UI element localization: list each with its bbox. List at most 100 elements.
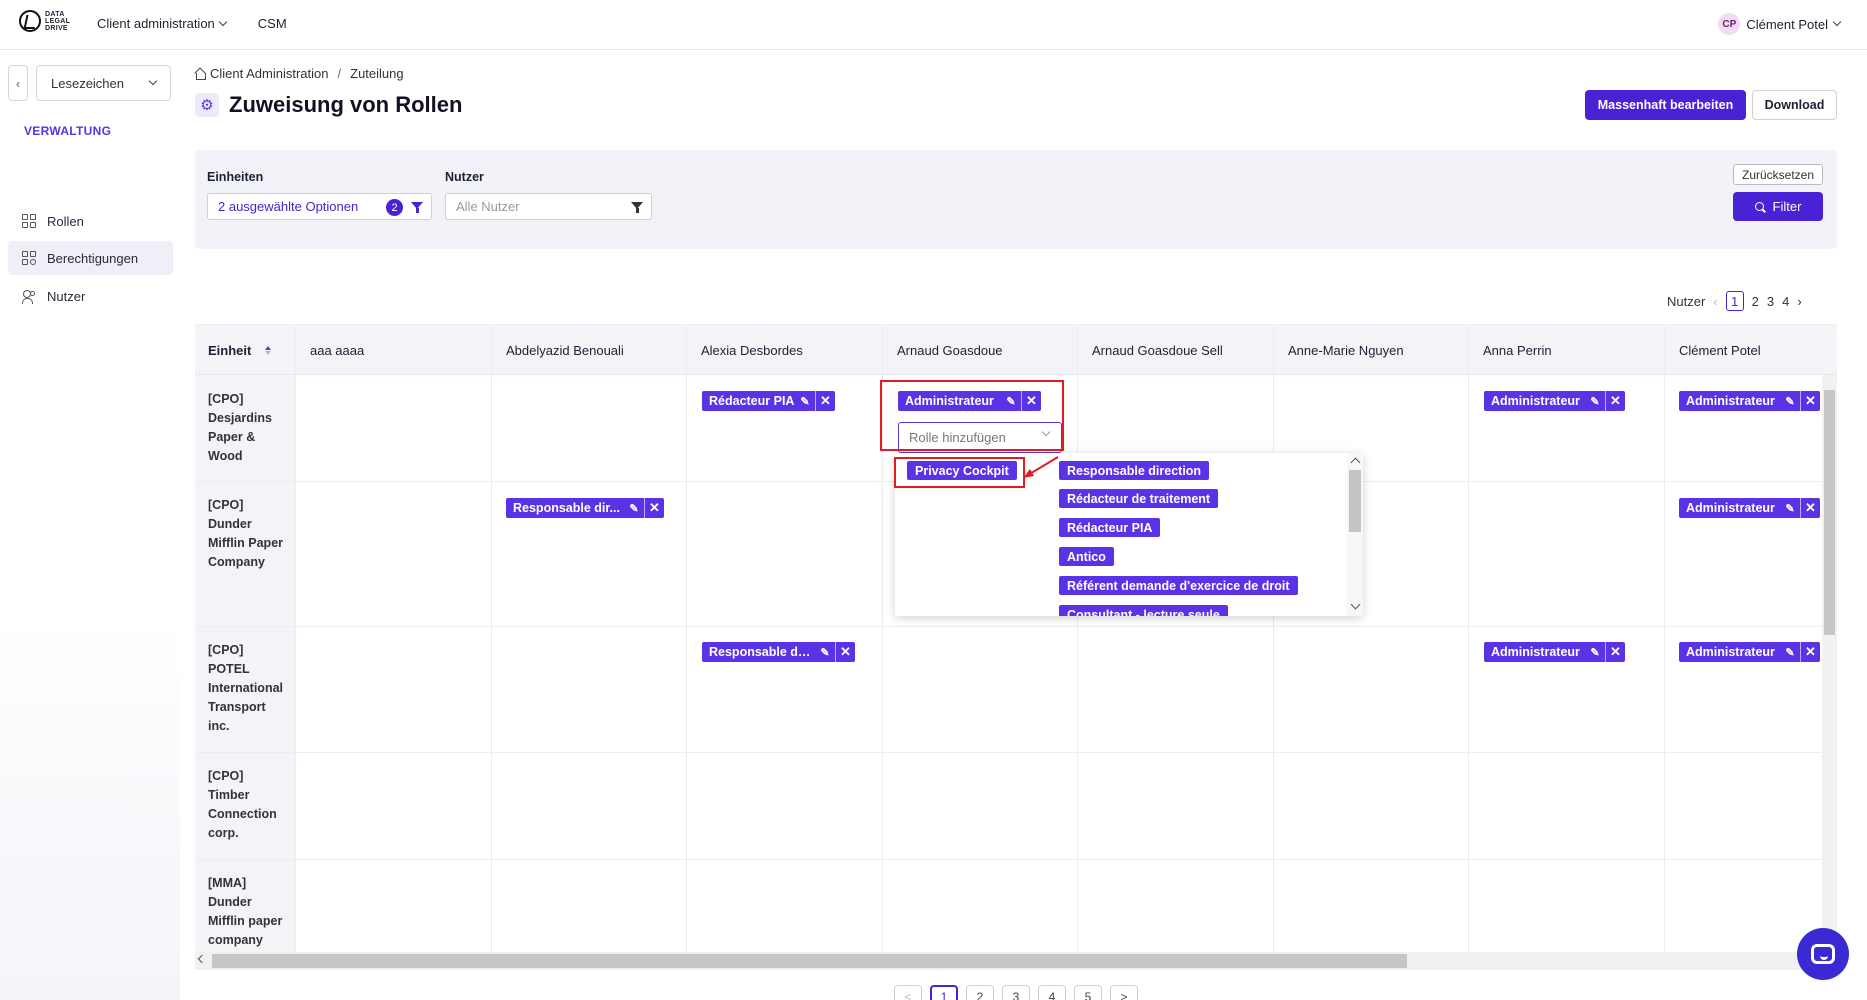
bookmarks-select[interactable]: Lesezeichen — [36, 65, 171, 101]
user-name: Clément Potel — [1746, 16, 1828, 32]
option-highlight-annotation — [894, 457, 1025, 488]
client-admin-menu[interactable]: Client administration — [97, 16, 228, 31]
role-tag[interactable]: Responsable de... ✎ ✕ — [702, 642, 855, 662]
role-tag[interactable]: Rédacteur PIA ✎ ✕ — [702, 391, 835, 411]
close-icon[interactable]: ✕ — [1605, 391, 1625, 411]
app-logo[interactable]: DATA LEGAL DRIVE — [19, 10, 70, 32]
pager-page-3[interactable]: 3 — [1767, 294, 1774, 309]
edit-icon[interactable]: ✎ — [795, 391, 815, 411]
user-column-header: Anna Perrin — [1483, 342, 1552, 358]
breadcrumb-root[interactable]: Client Administration — [210, 66, 329, 81]
sidebar-item-berechtigungen[interactable]: Berechtigungen — [8, 241, 173, 275]
close-icon[interactable]: ✕ — [815, 391, 835, 411]
role-tag[interactable]: Administrateur ✎ ✕ — [1484, 391, 1625, 411]
annotation-arrow-icon — [1023, 456, 1059, 478]
pager-page-5[interactable]: 5 — [1074, 985, 1102, 1000]
edit-icon[interactable]: ✎ — [624, 498, 644, 518]
user-menu[interactable]: CP Clément Potel — [1718, 13, 1842, 35]
role-tag[interactable]: Responsable dir... ✎ ✕ — [506, 498, 664, 518]
edit-icon[interactable]: ✎ — [1780, 498, 1800, 518]
role-tag[interactable]: Administrateur ✎ ✕ — [1679, 498, 1820, 518]
bulk-edit-button[interactable]: Massenhaft bearbeiten — [1585, 90, 1746, 120]
table-header: Einheit aaa aaaa Abdelyazid Benouali Ale… — [195, 325, 1837, 375]
close-icon[interactable]: ✕ — [835, 642, 855, 662]
users-pager: Nutzer ‹ 1 2 3 4 › — [1667, 291, 1802, 311]
sidebar-item-nutzer[interactable]: Nutzer — [8, 279, 173, 313]
filter-button[interactable]: Filter — [1733, 192, 1823, 221]
section-label: VERWALTUNG — [24, 124, 112, 138]
users-filter-select[interactable]: Alle Nutzer — [445, 193, 652, 220]
column-divider — [491, 325, 492, 952]
close-icon[interactable]: ✕ — [1605, 642, 1625, 662]
filter-panel: Einheiten 2 ausgewählte Optionen 2 Nutze… — [195, 150, 1837, 249]
column-divider — [686, 325, 687, 952]
users-filter-label: Nutzer — [445, 170, 484, 184]
top-nav: Client administration CSM — [97, 16, 287, 31]
vertical-scroll-thumb[interactable] — [1824, 390, 1835, 635]
pager-prev-button[interactable]: ‹ — [1713, 294, 1717, 309]
role-tag[interactable]: Administrateur ✎ ✕ — [1679, 391, 1820, 411]
pager-page-2[interactable]: 2 — [1752, 294, 1759, 309]
role-option[interactable]: Responsable direction — [1059, 461, 1210, 480]
close-icon[interactable]: ✕ — [1800, 642, 1820, 662]
horizontal-scroll-thumb[interactable] — [212, 954, 1407, 968]
breadcrumb-current: Zuteilung — [350, 66, 404, 81]
unit-column-header[interactable]: Einheit — [195, 325, 295, 375]
edit-icon[interactable]: ✎ — [1780, 391, 1800, 411]
row-divider — [195, 752, 1837, 753]
reset-button[interactable]: Zurücksetzen — [1733, 164, 1823, 185]
edit-icon[interactable]: ✎ — [1780, 642, 1800, 662]
column-divider — [1664, 325, 1665, 952]
column-divider — [1273, 325, 1274, 952]
pager-page-1[interactable]: 1 — [930, 985, 958, 1000]
highlight-annotation — [880, 380, 1064, 451]
edit-icon[interactable]: ✎ — [1585, 391, 1605, 411]
download-button[interactable]: Download — [1752, 90, 1837, 120]
close-icon[interactable]: ✕ — [1800, 498, 1820, 518]
edit-icon[interactable]: ✎ — [1585, 642, 1605, 662]
pager-next-button[interactable]: > — [1110, 985, 1138, 1000]
logo-text: DATA LEGAL DRIVE — [45, 10, 71, 32]
user-column-header: Alexia Desbordes — [701, 342, 803, 358]
table-row-unit: [MMA] Dunder Mifflin paper company — [208, 876, 283, 947]
sort-icon[interactable] — [265, 345, 272, 355]
edit-icon[interactable]: ✎ — [815, 642, 835, 662]
pager-page-3[interactable]: 3 — [1002, 985, 1030, 1000]
table-row-unit: [CPO] Desjardins Paper & Wood — [208, 392, 272, 463]
logo-icon — [19, 10, 41, 32]
pager-page-4[interactable]: 4 — [1782, 294, 1789, 309]
chat-icon — [1811, 944, 1835, 964]
pager-page-1[interactable]: 1 — [1725, 291, 1744, 311]
sidebar-item-rollen[interactable]: Rollen — [8, 204, 173, 238]
gear-icon: ⚙ — [195, 93, 219, 117]
avatar: CP — [1718, 13, 1741, 35]
role-option[interactable]: Antico — [1059, 547, 1114, 566]
chevron-left-icon: ‹ — [15, 75, 21, 91]
pager-prev-button[interactable]: < — [894, 985, 922, 1000]
dropdown-scroll-thumb[interactable] — [1349, 470, 1361, 532]
top-bar: DATA LEGAL DRIVE Client administration C… — [0, 0, 1867, 50]
role-option[interactable]: Rédacteur PIA — [1059, 518, 1161, 537]
close-icon[interactable]: ✕ — [644, 498, 664, 518]
units-filter-select[interactable]: 2 ausgewählte Optionen 2 — [207, 193, 432, 220]
chevron-down-icon — [148, 76, 158, 86]
csm-menu[interactable]: CSM — [258, 16, 287, 31]
home-icon — [195, 69, 206, 80]
user-column-header: aaa aaaa — [310, 342, 365, 358]
pager-page-2[interactable]: 2 — [966, 985, 994, 1000]
bottom-pager: < 1 2 3 4 5 > — [894, 985, 1138, 1000]
close-icon[interactable]: ✕ — [1800, 391, 1820, 411]
breadcrumb: Client Administration / Zuteilung — [195, 66, 404, 81]
pager-page-4[interactable]: 4 — [1038, 985, 1066, 1000]
pager-next-button[interactable]: › — [1797, 294, 1801, 309]
page-header: ⚙ Zuweisung von Rollen — [195, 92, 462, 118]
role-option[interactable]: Référent demande d'exercice de droit — [1059, 576, 1298, 595]
role-tag[interactable]: Administrateur ✎ ✕ — [1679, 642, 1820, 662]
role-option[interactable]: Rédacteur de traitement — [1059, 489, 1219, 508]
help-chat-button[interactable] — [1797, 928, 1849, 980]
grid-icon — [22, 213, 37, 229]
sidebar-collapse-button[interactable]: ‹ — [8, 65, 28, 101]
role-tag[interactable]: Administrateur ✎ ✕ — [1484, 642, 1625, 662]
role-option[interactable]: Consultant - lecture seule — [1059, 605, 1228, 616]
table-row-unit: [CPO] Timber Connection corp. — [208, 769, 277, 840]
